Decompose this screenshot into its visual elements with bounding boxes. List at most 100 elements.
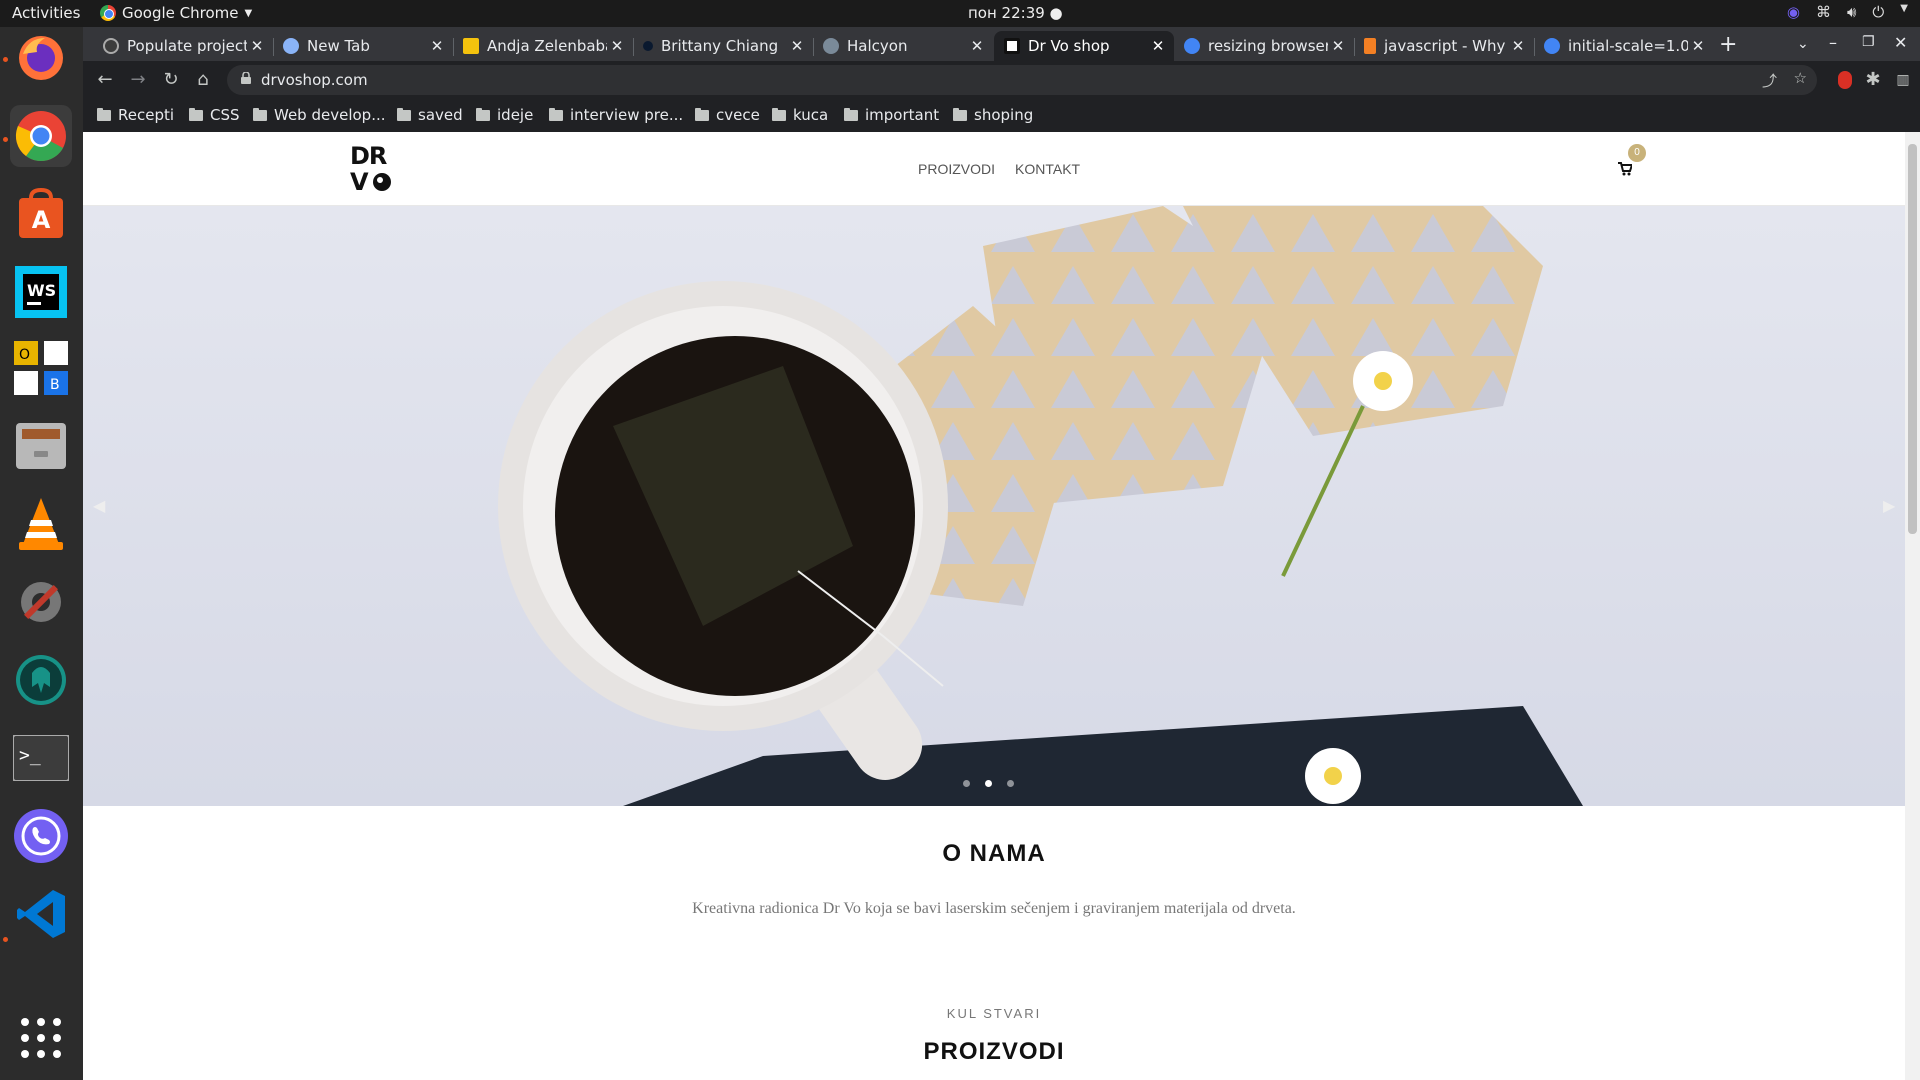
bookmark-folder[interactable]: Recepti [97,106,174,124]
home-button[interactable]: ⌂ [191,68,215,92]
viber-tray-icon[interactable]: ◉ [1787,3,1800,21]
svg-text:B: B [50,377,60,393]
bookmark-folder[interactable]: cvece [695,106,760,124]
tab-new-tab[interactable]: New Tab ✕ [273,31,453,61]
tab-title: Andja Zelenbaba [487,37,607,55]
bookmark-star-icon[interactable]: ☆ [1794,69,1807,87]
svg-text:V: V [350,168,369,194]
window-close-button[interactable]: ✕ [1894,33,1907,52]
dock: A WS OB >_ [0,27,83,1080]
bookmark-folder[interactable]: kuca [772,106,828,124]
bookmark-folder[interactable]: CSS [189,106,240,124]
chevron-down-icon: ▼ [244,7,253,19]
close-icon[interactable]: ✕ [787,37,807,55]
vlc-icon[interactable] [10,493,72,555]
back-button[interactable]: ← [93,68,117,92]
tab-strip: Populate project ✕ New Tab ✕ Andja Zelen… [83,27,1920,61]
tab-title: resizing browser [1208,37,1328,55]
new-tab-button[interactable]: + [1719,32,1737,57]
page-scrollbar[interactable] [1905,132,1920,1080]
tab-title: initial-scale=1.0 c [1568,37,1688,55]
folder-icon [549,107,563,121]
firefox-icon[interactable] [10,27,72,89]
viber-icon[interactable] [10,805,72,867]
chrome-icon[interactable] [10,105,72,167]
nav-link-proizvodi[interactable]: PROIZVODI [918,161,995,177]
close-icon[interactable]: ✕ [1328,37,1348,55]
carousel-prev-arrow[interactable]: ◀ [93,496,105,515]
browser-chrome: Populate project ✕ New Tab ✕ Andja Zelen… [83,27,1920,132]
tab-title: javascript - Why c [1384,37,1508,55]
extension-red-icon[interactable] [1833,68,1857,92]
close-icon[interactable]: ✕ [607,37,627,55]
bookmark-folder[interactable]: ideje [476,106,533,124]
tab-halcyon[interactable]: Halcyon ✕ [813,31,993,61]
bookmark-folder[interactable]: Web develop... [253,106,386,124]
close-icon[interactable]: ✕ [1148,37,1168,55]
tab-andja-zelenbaba[interactable]: Andja Zelenbaba ✕ [453,31,633,61]
close-icon[interactable]: ✕ [247,37,267,55]
clock[interactable]: пон 22:39 ● [968,4,1063,22]
bookmark-folder[interactable]: saved [397,106,463,124]
activities-button[interactable]: Activities [12,4,80,22]
site-favicon-icon [463,38,479,54]
bookmark-folder[interactable]: shoping [953,106,1033,124]
app-grid-icon[interactable] [10,1007,72,1069]
cart-icon[interactable] [1618,162,1632,176]
close-icon[interactable]: ✕ [1508,37,1528,55]
nav-link-kontakt[interactable]: KONTAKT [1015,161,1080,177]
bookmark-folder[interactable]: interview pre... [549,106,683,124]
webstorm-icon[interactable]: WS [10,261,72,323]
terminal-icon[interactable]: >_ [10,727,72,789]
site-logo[interactable]: DR V [348,142,396,198]
google-icon [1544,38,1560,54]
tab-initial-scale[interactable]: initial-scale=1.0 c ✕ [1534,31,1714,61]
carousel-dot[interactable] [1007,780,1014,787]
share-icon[interactable]: ⤴ [1762,70,1777,91]
address-bar[interactable]: drvoshop.com ⤴ ☆ [227,65,1817,95]
chevron-down-icon[interactable]: ▼ [1900,3,1908,21]
svg-text:DR: DR [350,142,387,170]
close-icon[interactable]: ✕ [427,37,447,55]
lock-icon[interactable] [241,72,251,84]
web-page: DR V PROIZVODI KONTAKT 0 ◀ ▶ O NAMA Krea… [83,132,1905,1080]
minimize-button[interactable]: – [1829,33,1837,52]
maximize-button[interactable]: ❐ [1862,34,1875,50]
software-center-icon[interactable]: A [10,183,72,245]
tab-populate-project[interactable]: Populate project ✕ [93,31,273,61]
tab-brittany-chiang[interactable]: Brittany Chiang ✕ [633,31,813,61]
forward-button[interactable]: → [126,68,150,92]
scrollbar-thumb[interactable] [1908,144,1917,534]
bookmark-folder[interactable]: important [844,106,939,124]
url-text[interactable]: drvoshop.com [261,71,368,89]
system-tray[interactable]: ◉ ⌘ 🔊︎ ⏻ ▼ [1787,3,1908,21]
carousel-dot[interactable] [963,780,970,787]
system-top-bar: Activities Google Chrome ▼ пон 22:39 ● ◉… [0,0,1920,27]
gitkraken-icon[interactable] [10,649,72,711]
tab-resizing-browser[interactable]: resizing browser ✕ [1174,31,1354,61]
site-favicon-icon [823,38,839,54]
hero-carousel[interactable]: ◀ ▶ [83,206,1905,806]
side-panel-icon[interactable]: ▥ [1891,68,1915,92]
tab-title: Dr Vo shop [1028,37,1110,55]
reload-button[interactable]: ↻ [159,68,183,92]
carousel-next-arrow[interactable]: ▶ [1883,496,1895,515]
tab-dr-vo-shop[interactable]: Dr Vo shop ✕ [994,31,1174,61]
power-icon[interactable]: ⏻ [1872,3,1884,21]
vscode-icon[interactable] [10,883,72,945]
close-icon[interactable]: ✕ [1688,37,1708,55]
carousel-dot-active[interactable] [985,780,992,787]
folder-icon [97,107,111,121]
about-text: Kreativna radionica Dr Vo koja se bavi l… [692,900,1296,917]
close-icon[interactable]: ✕ [967,37,987,55]
tab-search-icon[interactable]: ⌄ [1797,36,1809,52]
tab-javascript-why[interactable]: javascript - Why c ✕ [1354,31,1534,61]
file-manager-icon[interactable] [10,415,72,477]
office-apps-icon[interactable]: OB [10,337,72,399]
extensions-puzzle-icon[interactable]: ✱ [1861,68,1885,92]
system-tools-icon[interactable] [10,571,72,633]
volume-icon[interactable]: 🔊︎ [1847,3,1856,21]
app-menu[interactable]: Google Chrome ▼ [100,4,252,22]
folder-icon [397,107,411,121]
network-icon[interactable]: ⌘ [1816,3,1831,21]
